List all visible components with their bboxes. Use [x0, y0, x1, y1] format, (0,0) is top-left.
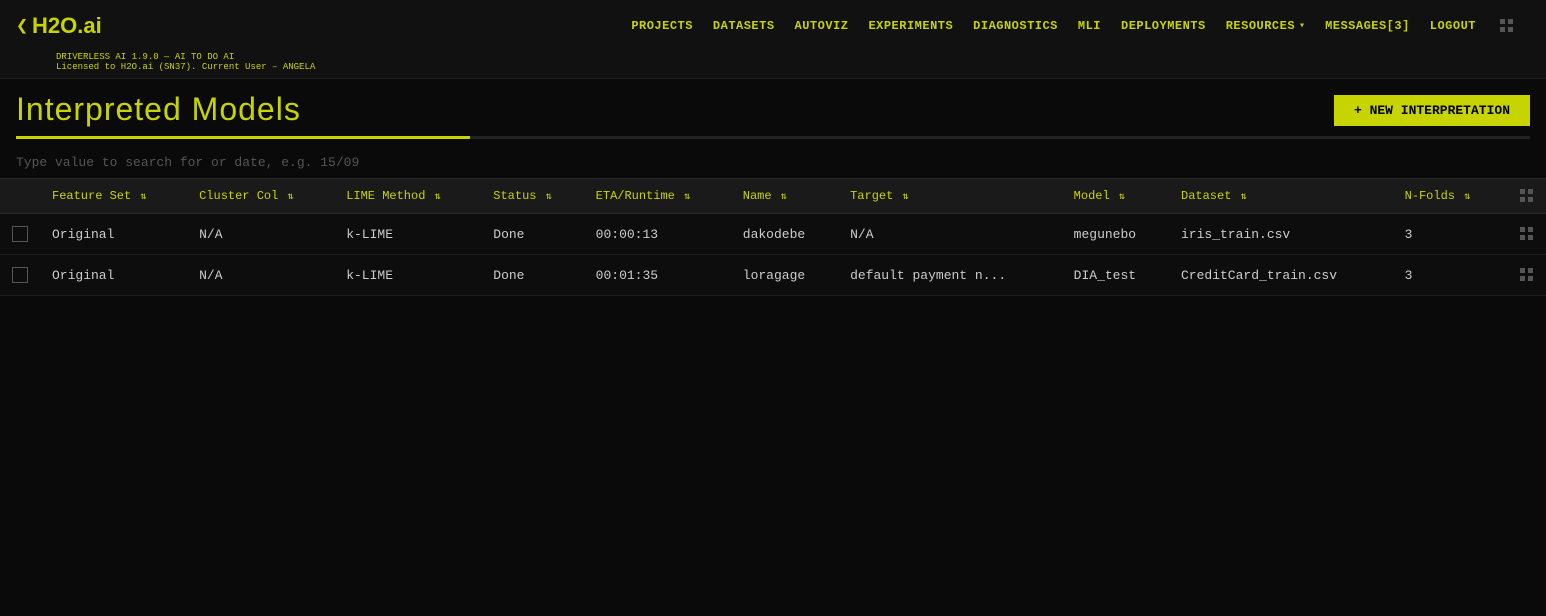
row-checkbox-2[interactable] [12, 267, 28, 283]
table-row: Original N/A k-LIME Done 00:00:13 dakode… [0, 214, 1546, 255]
page-title-bar: Interpreted Models + NEW INTERPRETATION [0, 79, 1546, 128]
table-row: Original N/A k-LIME Done 00:01:35 loraga… [0, 255, 1546, 296]
version-line: DRIVERLESS AI 1.9.0 — AI TO DO AI [56, 52, 1530, 62]
nav-projects[interactable]: PROJECTS [631, 19, 693, 33]
cell-options-2[interactable] [1504, 255, 1546, 296]
col-header-name[interactable]: Name ⇅ [731, 179, 838, 214]
sort-arrows-feature-set[interactable]: ⇅ [140, 192, 146, 203]
sort-arrows-dataset[interactable]: ⇅ [1241, 192, 1247, 203]
row-checkbox-1[interactable] [12, 226, 28, 242]
table-header-checkbox [0, 179, 40, 214]
cell-nfolds-1: 3 [1393, 214, 1504, 255]
cell-target-2: default payment n... [838, 255, 1062, 296]
row-grid-icon-2[interactable] [1520, 268, 1534, 282]
row-grid-icon-1[interactable] [1520, 227, 1534, 241]
table-container: Feature Set ⇅ Cluster Col ⇅ LIME Method … [0, 178, 1546, 296]
col-header-cluster-col[interactable]: Cluster Col ⇅ [187, 179, 334, 214]
nav-resources-group: RESOURCES ▾ [1226, 19, 1305, 33]
cell-model-1: megunebo [1062, 214, 1169, 255]
sort-arrows-eta[interactable]: ⇅ [684, 192, 690, 203]
nav-resources[interactable]: RESOURCES [1226, 19, 1295, 33]
cell-nfolds-2: 3 [1393, 255, 1504, 296]
table-header-grid-icon[interactable] [1520, 189, 1534, 203]
sort-arrows-name[interactable]: ⇅ [781, 192, 787, 203]
cell-cluster-col-2: N/A [187, 255, 334, 296]
col-header-lime-method[interactable]: LIME Method ⇅ [334, 179, 481, 214]
nav-mli[interactable]: MLI [1078, 19, 1101, 33]
cell-dataset-1: iris_train.csv [1169, 214, 1393, 255]
cell-feature-set-1: Original [40, 214, 187, 255]
cell-eta-2: 00:01:35 [584, 255, 731, 296]
col-header-dataset[interactable]: Dataset ⇅ [1169, 179, 1393, 214]
col-header-target[interactable]: Target ⇅ [838, 179, 1062, 214]
cell-lime-method-2: k-LIME [334, 255, 481, 296]
resources-dropdown-icon[interactable]: ▾ [1299, 20, 1305, 32]
nav-deployments[interactable]: DEPLOYMENTS [1121, 19, 1206, 33]
nav-autoviz[interactable]: AUTOVIZ [795, 19, 849, 33]
cell-name-1[interactable]: dakodebe [731, 214, 838, 255]
cell-feature-set-2: Original [40, 255, 187, 296]
nav-messages[interactable]: MESSAGES[3] [1325, 19, 1410, 33]
license-line: Licensed to H2O.ai (SN37). Current User … [56, 62, 1530, 72]
row-checkbox-cell-2 [0, 255, 40, 296]
col-header-eta[interactable]: ETA/Runtime ⇅ [584, 179, 731, 214]
nav-logout[interactable]: LOGOUT [1430, 19, 1476, 33]
sort-arrows-lime-method[interactable]: ⇅ [435, 192, 441, 203]
logo-chevron-icon: ❮ [16, 13, 28, 39]
search-input[interactable] [16, 155, 416, 170]
page-title: Interpreted Models [16, 91, 301, 128]
header: ❮ H2O.ai PROJECTS DATASETS AUTOVIZ EXPER… [0, 0, 1546, 79]
nav-links: PROJECTS DATASETS AUTOVIZ EXPERIMENTS DI… [631, 19, 1514, 33]
header-grid-icon[interactable] [1500, 19, 1514, 33]
sort-arrows-model[interactable]: ⇅ [1119, 192, 1125, 203]
table-header-row: Feature Set ⇅ Cluster Col ⇅ LIME Method … [0, 179, 1546, 214]
col-header-model[interactable]: Model ⇅ [1062, 179, 1169, 214]
sort-arrows-nfolds[interactable]: ⇅ [1464, 192, 1470, 203]
cell-status-1: Done [481, 214, 583, 255]
search-area [0, 139, 1546, 170]
cell-model-2: DIA_test [1062, 255, 1169, 296]
cell-status-2: Done [481, 255, 583, 296]
cell-cluster-col-1: N/A [187, 214, 334, 255]
col-header-feature-set[interactable]: Feature Set ⇅ [40, 179, 187, 214]
header-top-row: ❮ H2O.ai PROJECTS DATASETS AUTOVIZ EXPER… [0, 0, 1546, 52]
col-header-nfolds[interactable]: N-Folds ⇅ [1393, 179, 1504, 214]
cell-dataset-2: CreditCard_train.csv [1169, 255, 1393, 296]
row-checkbox-cell-1 [0, 214, 40, 255]
nav-experiments[interactable]: EXPERIMENTS [868, 19, 953, 33]
sort-arrows-status[interactable]: ⇅ [546, 192, 552, 203]
cell-name-2[interactable]: loragage [731, 255, 838, 296]
nav-datasets[interactable]: DATASETS [713, 19, 775, 33]
nav-diagnostics[interactable]: DIAGNOSTICS [973, 19, 1058, 33]
col-header-status[interactable]: Status ⇅ [481, 179, 583, 214]
sort-arrows-target[interactable]: ⇅ [903, 192, 909, 203]
cell-options-1[interactable] [1504, 214, 1546, 255]
logo-area: ❮ H2O.ai [16, 13, 102, 39]
logo-text: H2O.ai [32, 13, 102, 39]
interpretations-table: Feature Set ⇅ Cluster Col ⇅ LIME Method … [0, 178, 1546, 296]
col-header-options [1504, 179, 1546, 214]
cell-eta-1: 00:00:13 [584, 214, 731, 255]
version-info: DRIVERLESS AI 1.9.0 — AI TO DO AI Licens… [0, 52, 1546, 78]
sort-arrows-cluster-col[interactable]: ⇅ [288, 192, 294, 203]
cell-lime-method-1: k-LIME [334, 214, 481, 255]
new-interpretation-button[interactable]: + NEW INTERPRETATION [1334, 95, 1530, 126]
cell-target-1: N/A [838, 214, 1062, 255]
